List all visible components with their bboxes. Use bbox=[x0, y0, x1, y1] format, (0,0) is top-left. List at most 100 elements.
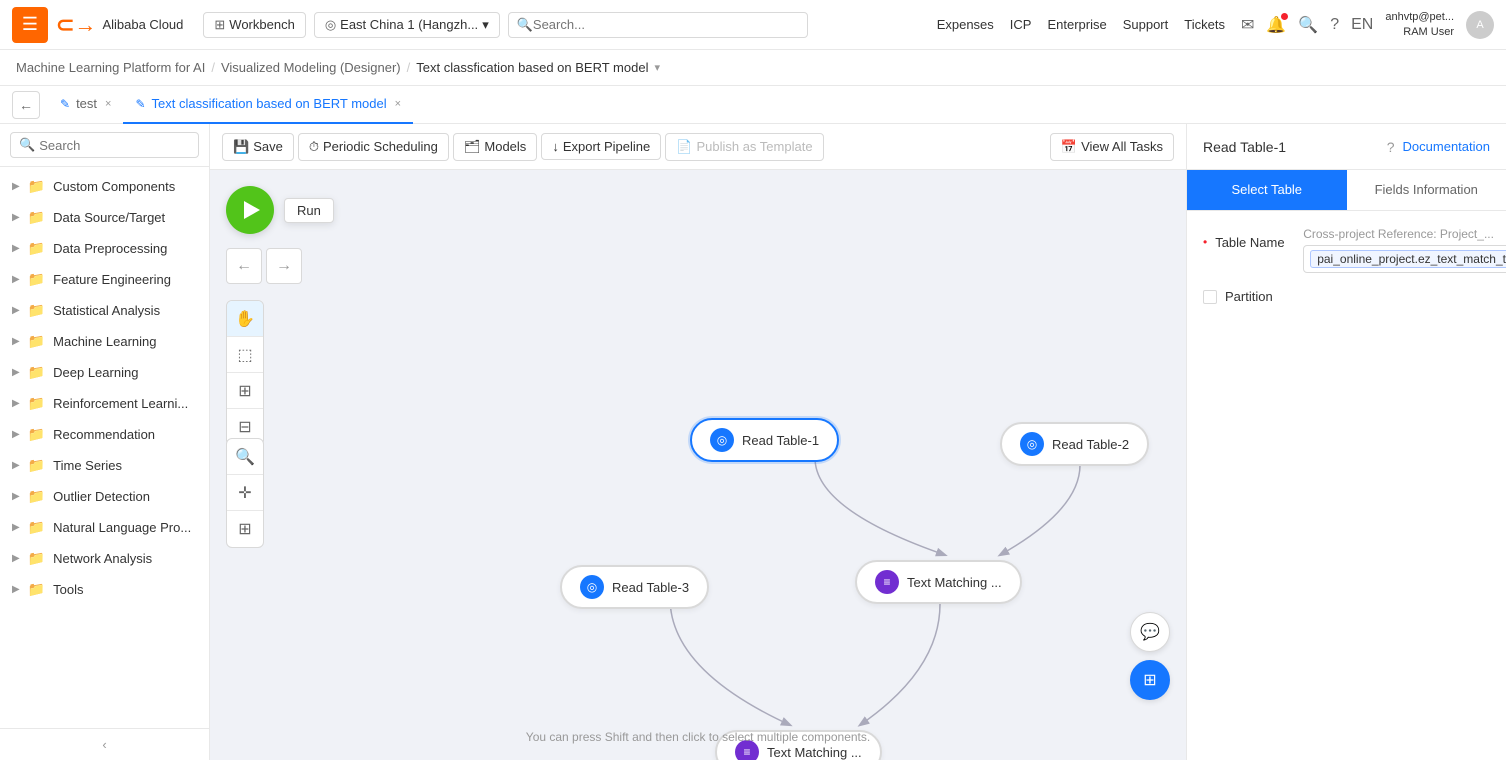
main-layout: 🔍 ▶ 📁 Custom Components ▶ 📁 Data Source/… bbox=[0, 124, 1506, 760]
breadcrumb-designer-link[interactable]: Visualized Modeling (Designer) bbox=[221, 60, 401, 75]
sidebar-item-data-source[interactable]: ▶ 📁 Data Source/Target bbox=[0, 202, 209, 233]
sidebar-item-custom-components[interactable]: ▶ 📁 Custom Components bbox=[0, 171, 209, 202]
sidebar-item-feature-engineering[interactable]: ▶ 📁 Feature Engineering bbox=[0, 264, 209, 295]
read-table-3-icon: ◎ bbox=[580, 575, 604, 599]
folder-icon: 📁 bbox=[28, 519, 45, 536]
search-nav-icon[interactable]: 🔍 bbox=[1298, 15, 1318, 35]
table-name-tag: pai_online_project.ez_text_match_toy_tra… bbox=[1310, 250, 1506, 268]
sidebar-item-time-series[interactable]: ▶ 📁 Time Series bbox=[0, 450, 209, 481]
sidebar-search-input[interactable] bbox=[39, 138, 190, 153]
node-text-matching-2[interactable]: ≡ Text Matching ... bbox=[715, 730, 882, 760]
help-circle-icon[interactable]: ? bbox=[1387, 139, 1395, 155]
sidebar-item-tools[interactable]: ▶ 📁 Tools bbox=[0, 574, 209, 605]
tab-test-label: test bbox=[76, 96, 97, 111]
sidebar-item-nlp[interactable]: ▶ 📁 Natural Language Pro... bbox=[0, 512, 209, 543]
help-icon[interactable]: ? bbox=[1330, 16, 1339, 34]
search-input[interactable] bbox=[533, 17, 799, 32]
undo-button[interactable]: ← bbox=[226, 248, 262, 284]
folder-icon: 📁 bbox=[28, 271, 45, 288]
enterprise-link[interactable]: Enterprise bbox=[1047, 17, 1106, 32]
arrow-icon: ▶ bbox=[12, 522, 20, 533]
arrow-icon: ▶ bbox=[12, 553, 20, 564]
sidebar-item-data-preprocessing[interactable]: ▶ 📁 Data Preprocessing bbox=[0, 233, 209, 264]
chat-fab[interactable]: 💬 bbox=[1130, 612, 1170, 652]
sidebar-item-outlier-detection[interactable]: ▶ 📁 Outlier Detection bbox=[0, 481, 209, 512]
node-read-table-1[interactable]: ◎ Read Table-1 bbox=[690, 418, 839, 462]
avatar[interactable]: A bbox=[1466, 11, 1494, 39]
partition-checkbox[interactable] bbox=[1203, 290, 1217, 304]
arrow-icon: ▶ bbox=[12, 398, 20, 409]
arrow-icon: ▶ bbox=[12, 367, 20, 378]
tab-test-close[interactable]: × bbox=[105, 98, 111, 110]
back-button[interactable]: ← bbox=[12, 91, 40, 119]
calendar-icon: 📅 bbox=[1061, 139, 1077, 155]
sidebar-item-reinforcement-learning[interactable]: ▶ 📁 Reinforcement Learni... bbox=[0, 388, 209, 419]
support-link[interactable]: Support bbox=[1123, 17, 1169, 32]
sidebar-item-machine-learning[interactable]: ▶ 📁 Machine Learning bbox=[0, 326, 209, 357]
folder-icon: 📁 bbox=[28, 581, 45, 598]
folder-icon: 📁 bbox=[28, 178, 45, 195]
periodic-scheduling-button[interactable]: ⏱ Periodic Scheduling bbox=[298, 133, 449, 161]
sidebar-collapse-button[interactable]: ‹ bbox=[0, 728, 209, 760]
tab-main-close[interactable]: × bbox=[395, 98, 401, 110]
node-read-table-3[interactable]: ◎ Read Table-3 bbox=[560, 565, 709, 609]
view-all-tasks-button[interactable]: 📅 View All Tasks bbox=[1050, 133, 1174, 161]
region-button[interactable]: ◎ East China 1 (Hangzh... ▾ bbox=[314, 12, 500, 38]
sidebar-item-network-analysis[interactable]: ▶ 📁 Network Analysis bbox=[0, 543, 209, 574]
toolbar: 💾 Save ⏱ Periodic Scheduling 🗂 Models ↓ … bbox=[210, 124, 1186, 170]
pan-tool[interactable]: ✋ bbox=[227, 301, 263, 337]
workbench-button[interactable]: ⊞ Workbench bbox=[203, 12, 305, 38]
fit-tool[interactable]: ⊞ bbox=[227, 373, 263, 409]
sidebar-item-label: Outlier Detection bbox=[53, 489, 150, 504]
fit-view-button[interactable]: ✛ bbox=[227, 475, 263, 511]
save-button[interactable]: 💾 Save bbox=[222, 133, 294, 161]
redo-button[interactable]: → bbox=[266, 248, 302, 284]
grid-fab[interactable]: ⊞ bbox=[1130, 660, 1170, 700]
breadcrumb-ml-link[interactable]: Machine Learning Platform for AI bbox=[16, 60, 205, 75]
workbench-icon: ⊞ bbox=[214, 17, 225, 33]
documentation-link[interactable]: Documentation bbox=[1403, 139, 1490, 154]
sidebar-item-label: Natural Language Pro... bbox=[53, 520, 191, 535]
logo-text: Alibaba Cloud bbox=[102, 17, 183, 32]
models-button[interactable]: 🗂 Models bbox=[453, 133, 537, 161]
publish-template-button[interactable]: 📄 Publish as Template bbox=[665, 133, 823, 161]
run-button[interactable] bbox=[226, 186, 274, 234]
canvas-tools: ✋ ⬚ ⊞ ⊟ bbox=[226, 300, 264, 446]
sidebar-item-label: Deep Learning bbox=[53, 365, 138, 380]
bell-icon[interactable]: 🔔 bbox=[1266, 15, 1286, 35]
icp-link[interactable]: ICP bbox=[1010, 17, 1032, 32]
tickets-link[interactable]: Tickets bbox=[1184, 17, 1225, 32]
mail-icon[interactable]: ✉ bbox=[1241, 15, 1254, 35]
user-info[interactable]: anhvtp@pet... RAM User bbox=[1385, 10, 1454, 39]
node-read-table-2[interactable]: ◎ Read Table-2 bbox=[1000, 422, 1149, 466]
export-pipeline-button[interactable]: ↓ Export Pipeline bbox=[541, 133, 661, 160]
right-panel-title: Read Table-1 bbox=[1203, 139, 1379, 155]
tab-test-icon: ✎ bbox=[60, 97, 70, 111]
minimap-toggle[interactable]: ⊞ bbox=[227, 511, 263, 547]
text-matching-1-icon: ≡ bbox=[875, 570, 899, 594]
search-icon: 🔍 bbox=[19, 137, 35, 153]
select-tool[interactable]: ⬚ bbox=[227, 337, 263, 373]
menu-button[interactable]: ☰ bbox=[12, 7, 48, 43]
global-search[interactable]: 🔍 bbox=[508, 12, 808, 38]
folder-icon: 📁 bbox=[28, 333, 45, 350]
zoom-out-button[interactable]: 🔍 bbox=[227, 439, 263, 475]
chevron-down-icon[interactable]: ▾ bbox=[654, 61, 660, 74]
lang-label[interactable]: EN bbox=[1351, 16, 1373, 34]
table-name-input[interactable]: pai_online_project.ez_text_match_toy_tra… bbox=[1303, 245, 1506, 273]
tab-main[interactable]: ✎ Text classification based on BERT mode… bbox=[123, 86, 413, 124]
sidebar-item-statistical-analysis[interactable]: ▶ 📁 Statistical Analysis bbox=[0, 295, 209, 326]
tab-test[interactable]: ✎ test × bbox=[48, 86, 123, 124]
tool-group: ✋ ⬚ ⊞ ⊟ bbox=[226, 296, 264, 446]
folder-icon: 📁 bbox=[28, 550, 45, 567]
node-text-matching-1[interactable]: ≡ Text Matching ... bbox=[855, 560, 1022, 604]
tab-select-table[interactable]: Select Table bbox=[1187, 170, 1347, 210]
node-label: Read Table-1 bbox=[742, 433, 819, 448]
sidebar-item-label: Machine Learning bbox=[53, 334, 156, 349]
tab-fields-information[interactable]: Fields Information bbox=[1347, 170, 1506, 210]
run-tooltip: Run bbox=[284, 198, 334, 223]
expenses-link[interactable]: Expenses bbox=[937, 17, 994, 32]
folder-icon: 📁 bbox=[28, 395, 45, 412]
sidebar-item-recommendation[interactable]: ▶ 📁 Recommendation bbox=[0, 419, 209, 450]
sidebar-item-deep-learning[interactable]: ▶ 📁 Deep Learning bbox=[0, 357, 209, 388]
